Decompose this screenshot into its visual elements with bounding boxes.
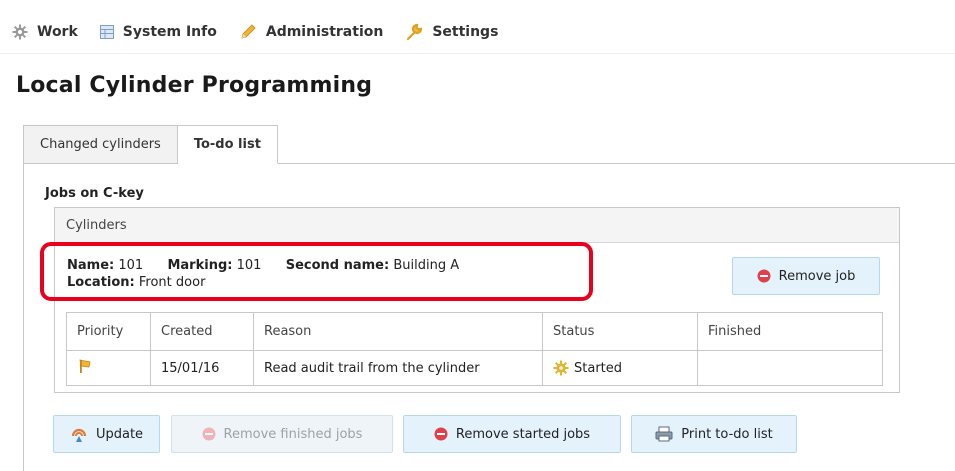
- gear-icon: [553, 360, 569, 376]
- table-icon: [99, 24, 114, 39]
- column-header-finished[interactable]: Finished: [697, 312, 883, 351]
- column-header-reason[interactable]: Reason: [253, 312, 543, 351]
- remove-job-label: Remove job: [778, 268, 856, 284]
- location-label: Location:: [67, 275, 135, 290]
- remove-job-button[interactable]: Remove job: [732, 257, 880, 295]
- status-cell: Started: [542, 350, 698, 386]
- column-header-status[interactable]: Status: [542, 312, 698, 351]
- cylinders-box: Cylinders Name: 101 Marking: 101 Second …: [54, 207, 900, 393]
- status-text: Started: [574, 360, 623, 376]
- marking-value: 101: [236, 258, 262, 273]
- top-menu-bar: Work System Info Administration Settings: [0, 10, 955, 54]
- printer-icon: [655, 426, 673, 442]
- finished-cell: [697, 350, 883, 386]
- remove-started-jobs-button[interactable]: Remove started jobs: [403, 415, 621, 453]
- menu-item-work[interactable]: Work: [12, 24, 78, 40]
- created-cell: 15/01/16: [150, 350, 254, 386]
- reason-cell: Read audit trail from the cylinder: [253, 350, 543, 386]
- page-title: Local Cylinder Programming: [16, 73, 373, 98]
- jobs-table: Priority Created Reason Status Finished: [66, 312, 883, 386]
- remove-icon: [202, 427, 216, 441]
- tab-changed-cylinders[interactable]: Changed cylinders: [23, 125, 178, 164]
- column-header-priority[interactable]: Priority: [66, 312, 151, 351]
- column-header-created[interactable]: Created: [150, 312, 254, 351]
- remove-icon: [434, 427, 448, 441]
- second-name-label: Second name:: [285, 258, 390, 273]
- second-name-value: Building A: [393, 258, 460, 273]
- menu-item-system-info-label: System Info: [122, 23, 217, 40]
- tab-to-do-list[interactable]: To-do list: [177, 125, 278, 164]
- remove-started-jobs-label: Remove started jobs: [455, 426, 591, 442]
- gear-icon: [12, 24, 28, 40]
- table-header-row: Priority Created Reason Status Finished: [66, 312, 883, 351]
- refresh-icon: [70, 425, 88, 443]
- update-button[interactable]: Update: [53, 415, 160, 453]
- print-to-do-list-button[interactable]: Print to-do list: [631, 415, 797, 453]
- update-label: Update: [95, 426, 144, 442]
- remove-finished-jobs-button[interactable]: Remove finished jobs: [171, 415, 393, 453]
- menu-item-system-info[interactable]: System Info: [99, 23, 217, 40]
- location-value: Front door: [138, 275, 206, 290]
- name-label: Name:: [67, 258, 115, 273]
- menu-item-administration-label: Administration: [265, 23, 384, 40]
- name-value: 101: [118, 258, 144, 273]
- priority-cell: [66, 350, 151, 386]
- remove-icon: [757, 269, 771, 283]
- menu-item-work-label: Work: [37, 23, 78, 40]
- section-title: Jobs on C-key: [45, 186, 144, 201]
- table-row[interactable]: 15/01/16 Read audit trail from the cylin…: [66, 350, 883, 386]
- menu-item-settings[interactable]: Settings: [405, 23, 498, 41]
- marking-label: Marking:: [167, 258, 233, 273]
- pencil-icon: [239, 23, 257, 41]
- menu-item-settings-label: Settings: [432, 23, 499, 40]
- cylinder-info: Name: 101 Marking: 101 Second name: Buil…: [67, 257, 459, 291]
- cylinders-header: Cylinders: [55, 208, 899, 243]
- flag-icon: [77, 359, 93, 378]
- menu-item-administration[interactable]: Administration: [239, 23, 383, 41]
- tab-bar: Changed cylinders To-do list: [23, 125, 278, 164]
- wrench-icon: [405, 23, 423, 41]
- remove-finished-jobs-label: Remove finished jobs: [223, 426, 363, 442]
- print-to-do-list-label: Print to-do list: [681, 426, 773, 442]
